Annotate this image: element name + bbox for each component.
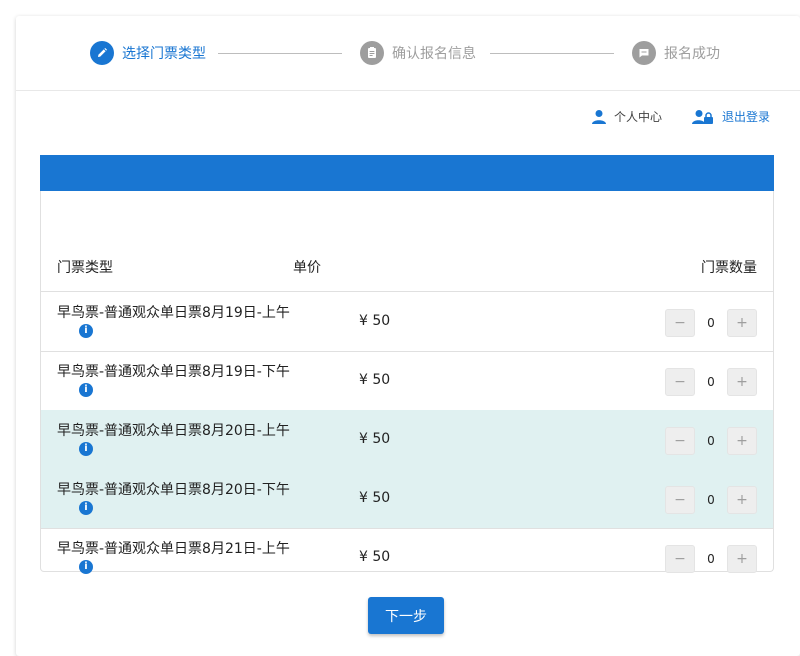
quantity-value[interactable]: 0 <box>695 545 727 573</box>
table-row: 早鸟票-普通观众单日票8月21日-上午 i ¥ 50 − 0 + <box>41 528 773 587</box>
logout-label: 退出登录 <box>721 110 770 124</box>
column-quantity: 门票数量 <box>701 260 757 276</box>
increment-button[interactable]: + <box>727 427 757 455</box>
table-row: 早鸟票-普通观众单日票8月19日-上午 i ¥ 50 − 0 + <box>41 292 773 352</box>
message-icon <box>632 41 656 65</box>
step-connector <box>490 53 614 54</box>
step-confirm-info[interactable]: 确认报名信息 <box>360 40 476 66</box>
ticket-name: 早鸟票-普通观众单日票8月19日-上午 <box>57 305 290 321</box>
quantity-stepper: − 0 + <box>665 368 757 396</box>
ticket-price: ¥ 50 <box>359 490 391 506</box>
quantity-stepper: − 0 + <box>665 309 757 337</box>
step-label: 确认报名信息 <box>392 46 476 62</box>
step-connector <box>218 53 342 54</box>
registration-card: 选择门票类型 确认报名信息 报名成功 个人中心 退出登录 门票类型 单价 门票数… <box>16 16 800 656</box>
info-icon[interactable]: i <box>79 442 93 456</box>
info-icon[interactable]: i <box>79 324 93 338</box>
quantity-stepper: − 0 + <box>665 486 757 514</box>
table-row: 早鸟票-普通观众单日票8月20日-下午 i ¥ 50 − 0 + <box>41 469 773 529</box>
info-icon[interactable]: i <box>79 560 93 574</box>
table-row: 早鸟票-普通观众单日票8月20日-上午 i ¥ 50 − 0 + <box>41 410 773 470</box>
quantity-stepper: − 0 + <box>665 545 757 573</box>
user-icon <box>591 109 606 124</box>
user-lock-icon <box>691 109 713 124</box>
ticket-name: 早鸟票-普通观众单日票8月20日-上午 <box>57 423 290 439</box>
column-unit-price: 单价 <box>293 260 321 276</box>
decrement-button[interactable]: − <box>665 427 695 455</box>
info-icon[interactable]: i <box>79 501 93 515</box>
step-label: 选择门票类型 <box>122 46 206 62</box>
table-header-bar <box>40 155 774 191</box>
increment-button[interactable]: + <box>727 545 757 573</box>
ticket-price: ¥ 50 <box>359 549 391 565</box>
ticket-price: ¥ 50 <box>359 372 391 388</box>
quantity-stepper: − 0 + <box>665 427 757 455</box>
clipboard-icon <box>360 41 384 65</box>
decrement-button[interactable]: − <box>665 486 695 514</box>
ticket-price: ¥ 50 <box>359 431 391 447</box>
increment-button[interactable]: + <box>727 309 757 337</box>
table-row: 早鸟票-普通观众单日票8月19日-下午 i ¥ 50 − 0 + <box>41 351 773 411</box>
increment-button[interactable]: + <box>727 368 757 396</box>
quantity-value[interactable]: 0 <box>695 309 727 337</box>
step-success[interactable]: 报名成功 <box>632 40 720 66</box>
info-icon[interactable]: i <box>79 383 93 397</box>
decrement-button[interactable]: − <box>665 545 695 573</box>
profile-link[interactable]: 个人中心 <box>591 108 662 125</box>
quantity-value[interactable]: 0 <box>695 486 727 514</box>
progress-stepper: 选择门票类型 确认报名信息 报名成功 <box>16 16 800 91</box>
ticket-name: 早鸟票-普通观众单日票8月21日-上午 <box>57 541 290 557</box>
profile-label: 个人中心 <box>613 110 662 124</box>
ticket-table: 门票类型 单价 门票数量 早鸟票-普通观众单日票8月19日-上午 i ¥ 50 … <box>40 191 774 574</box>
step-label: 报名成功 <box>664 46 720 62</box>
table-header-row: 门票类型 单价 门票数量 <box>41 239 773 292</box>
quantity-value[interactable]: 0 <box>695 427 727 455</box>
next-step-button[interactable]: 下一步 <box>368 597 444 634</box>
column-ticket-type: 门票类型 <box>57 260 113 276</box>
step-select-ticket[interactable]: 选择门票类型 <box>90 40 206 66</box>
pencil-icon <box>90 41 114 65</box>
ticket-name: 早鸟票-普通观众单日票8月20日-下午 <box>57 482 290 498</box>
decrement-button[interactable]: − <box>665 309 695 337</box>
quantity-value[interactable]: 0 <box>695 368 727 396</box>
logout-link[interactable]: 退出登录 <box>691 108 770 125</box>
user-toolbar: 个人中心 退出登录 <box>562 108 770 125</box>
decrement-button[interactable]: − <box>665 368 695 396</box>
ticket-name: 早鸟票-普通观众单日票8月19日-下午 <box>57 364 290 380</box>
increment-button[interactable]: + <box>727 486 757 514</box>
ticket-price: ¥ 50 <box>359 313 391 329</box>
